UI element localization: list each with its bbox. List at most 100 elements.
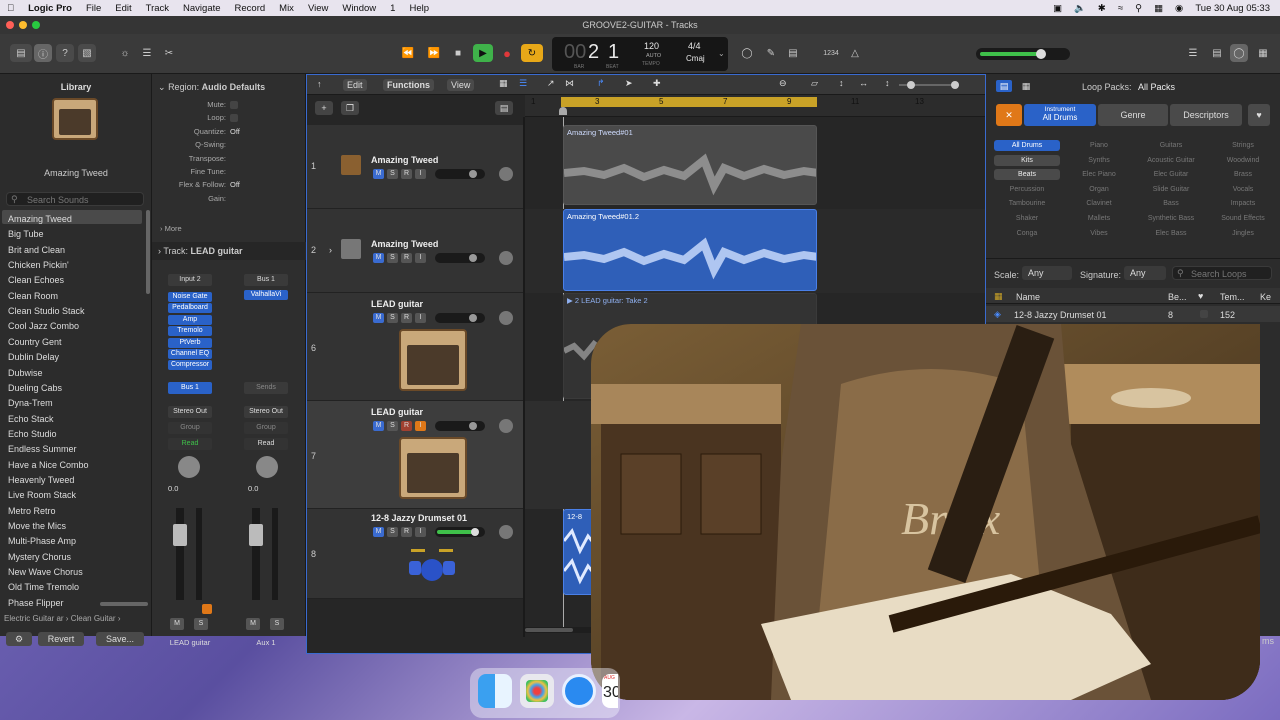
menu-help[interactable]: Help bbox=[402, 3, 436, 14]
view-menu[interactable]: View bbox=[447, 79, 475, 91]
record-arm-button[interactable]: R bbox=[401, 253, 412, 263]
keyword-button[interactable]: Brass bbox=[1210, 169, 1276, 180]
strip-mute-button[interactable]: M bbox=[170, 618, 184, 630]
functions-menu[interactable]: Functions bbox=[383, 79, 434, 91]
screen-record-icon[interactable]: ▣ bbox=[1053, 3, 1062, 14]
loop-search-field[interactable]: ⚲ Search Loops bbox=[1172, 266, 1272, 280]
waveform-zoom-icon[interactable]: ▱ bbox=[811, 78, 818, 89]
library-search-field[interactable]: ⚲ Search Sounds bbox=[6, 192, 144, 206]
track-pan-knob[interactable] bbox=[499, 251, 513, 265]
lcd-display[interactable]: 00 2 1 BAR BEAT 120 AUTO TEMPO 4/4 Cmaj … bbox=[552, 37, 728, 71]
library-item[interactable]: Clean Studio Stack bbox=[8, 306, 85, 316]
input-monitor-button[interactable]: I bbox=[415, 527, 426, 537]
breadcrumb-electric-guitar[interactable]: Electric Guitar ar bbox=[4, 614, 64, 623]
library-item[interactable]: Dubwise bbox=[8, 368, 43, 378]
mute-button[interactable]: M bbox=[373, 313, 384, 323]
calendar-icon[interactable]: AUG 30 bbox=[602, 674, 618, 708]
descriptors-tab[interactable]: Descriptors bbox=[1170, 104, 1242, 126]
library-item[interactable]: Dyna-Trem bbox=[8, 398, 53, 408]
col-tempo[interactable]: Tem... bbox=[1220, 292, 1245, 302]
close-window-icon[interactable] bbox=[6, 21, 14, 29]
inspector-row-value[interactable]: Off bbox=[230, 180, 240, 189]
library-item[interactable]: Multi-Phase Amp bbox=[8, 536, 76, 546]
library-item[interactable]: Amazing Tweed bbox=[8, 214, 72, 224]
keyword-button[interactable]: Elec Guitar bbox=[1138, 169, 1204, 180]
input-monitor-button[interactable]: I bbox=[415, 169, 426, 179]
signature-select[interactable]: Any bbox=[1124, 266, 1166, 280]
mute-button[interactable]: M bbox=[373, 421, 384, 431]
library-h-scrollbar[interactable] bbox=[100, 602, 148, 606]
col-favorite-heart-icon[interactable]: ♥ bbox=[1198, 291, 1203, 301]
plugin-slot[interactable]: Pedalboard bbox=[168, 303, 212, 314]
aux-solo-button[interactable]: S bbox=[270, 618, 284, 630]
menubar-clock[interactable]: Tue 30 Aug 05:33 bbox=[1195, 3, 1270, 14]
fast-forward-icon[interactable]: ⏩ bbox=[424, 44, 444, 62]
keyword-button[interactable]: Woodwind bbox=[1210, 155, 1276, 166]
quick-help-icon[interactable]: ? bbox=[56, 44, 74, 62]
siri-icon[interactable]: ◉ bbox=[1175, 3, 1183, 14]
keyword-button[interactable]: Vocals bbox=[1210, 184, 1276, 195]
volume-fader-cap[interactable] bbox=[173, 524, 187, 546]
strip-solo-button[interactable]: S bbox=[194, 618, 208, 630]
control-center-icon[interactable]: ▦ bbox=[1154, 3, 1163, 14]
menu-track[interactable]: Track bbox=[139, 3, 176, 14]
aux-sends-slot[interactable]: Sends bbox=[244, 382, 288, 394]
menu-one[interactable]: 1 bbox=[383, 3, 402, 14]
library-item[interactable]: Old Time Tremolo bbox=[8, 582, 79, 592]
track-pan-knob[interactable] bbox=[499, 419, 513, 433]
input-monitor-button[interactable]: I bbox=[415, 313, 426, 323]
browsers-icon[interactable]: ▦ bbox=[1254, 44, 1272, 62]
track-volume-slider[interactable] bbox=[435, 253, 485, 263]
editors-icon[interactable]: ✂ bbox=[160, 44, 178, 62]
keyword-button[interactable]: Jingles bbox=[1210, 228, 1276, 239]
region-amazing-tweed-01[interactable]: Amazing Tweed#01 bbox=[563, 125, 817, 205]
ruler[interactable]: 1 3 5 7 9 11 13 bbox=[525, 95, 985, 117]
revert-button[interactable]: Revert bbox=[38, 632, 84, 646]
menu-record[interactable]: Record bbox=[228, 3, 273, 14]
tracks-h-scrollbar[interactable] bbox=[525, 628, 573, 632]
zoom-slider[interactable] bbox=[899, 81, 959, 89]
loop-result-row[interactable]: ◈ 12-8 Jazzy Drumset 01 8 152 bbox=[986, 306, 1280, 322]
aux-output-slot[interactable]: Stereo Out bbox=[244, 406, 288, 418]
aux-group-slot[interactable]: Group bbox=[244, 422, 288, 434]
solo-button[interactable]: S bbox=[387, 421, 398, 431]
aux-automation-slot[interactable]: Read bbox=[244, 438, 288, 450]
library-item[interactable]: Echo Stack bbox=[8, 414, 54, 424]
inspector-checkbox[interactable] bbox=[230, 114, 238, 123]
genre-tab[interactable]: Genre bbox=[1098, 104, 1168, 126]
track-pan-knob[interactable] bbox=[499, 167, 513, 181]
track-header-8[interactable]: 8 12-8 Jazzy Drumset 01 MSRI bbox=[307, 509, 523, 599]
global-tracks-icon[interactable]: ▤ bbox=[495, 101, 513, 115]
track-pan-knob[interactable] bbox=[499, 311, 513, 325]
track-pan-knob[interactable] bbox=[499, 525, 513, 539]
catch-icon[interactable]: ↱ bbox=[597, 78, 605, 89]
library-item[interactable]: Mystery Chorus bbox=[8, 552, 71, 562]
edit-menu[interactable]: Edit bbox=[343, 79, 367, 91]
input-monitor-button[interactable]: I bbox=[415, 253, 426, 263]
file-view-icon[interactable]: ▦ bbox=[1018, 80, 1034, 92]
secondary-tool-icon[interactable]: ✚ bbox=[653, 78, 661, 89]
mute-button[interactable]: M bbox=[373, 169, 384, 179]
library-item[interactable]: Metro Retro bbox=[8, 506, 56, 516]
inspector-toggle-icon[interactable]: ⓘ bbox=[34, 44, 52, 62]
library-item[interactable]: Clean Room bbox=[8, 291, 58, 301]
library-item[interactable]: Dueling Cabs bbox=[8, 383, 62, 393]
col-beats[interactable]: Be... bbox=[1168, 292, 1187, 302]
menu-app-name[interactable]: Logic Pro bbox=[21, 3, 79, 14]
rewind-icon[interactable]: ⏪ bbox=[398, 44, 418, 62]
back-arrow-icon[interactable]: ↑ bbox=[317, 79, 322, 89]
plugin-slot[interactable]: Compressor bbox=[168, 360, 212, 371]
replace-icon[interactable]: ◯ bbox=[738, 44, 756, 62]
track-height-icon[interactable]: ↕ bbox=[885, 78, 890, 88]
flex-icon[interactable]: ⋈ bbox=[565, 78, 574, 89]
input-monitor-button[interactable]: I bbox=[415, 421, 426, 431]
aux-volume-fader-cap[interactable] bbox=[249, 524, 263, 546]
toolbar-toggle-icon[interactable]: ▧ bbox=[78, 44, 96, 62]
aux-mute-button[interactable]: M bbox=[246, 618, 260, 630]
plugin-slot[interactable]: Channel EQ bbox=[168, 349, 212, 359]
master-volume-slider[interactable] bbox=[976, 48, 1070, 60]
pan-knob[interactable] bbox=[178, 456, 200, 478]
keyword-button[interactable]: Elec Bass bbox=[1138, 228, 1204, 239]
bluetooth-icon[interactable]: ✱ bbox=[1098, 3, 1106, 14]
notepad-icon[interactable]: ▤ bbox=[1208, 44, 1226, 62]
